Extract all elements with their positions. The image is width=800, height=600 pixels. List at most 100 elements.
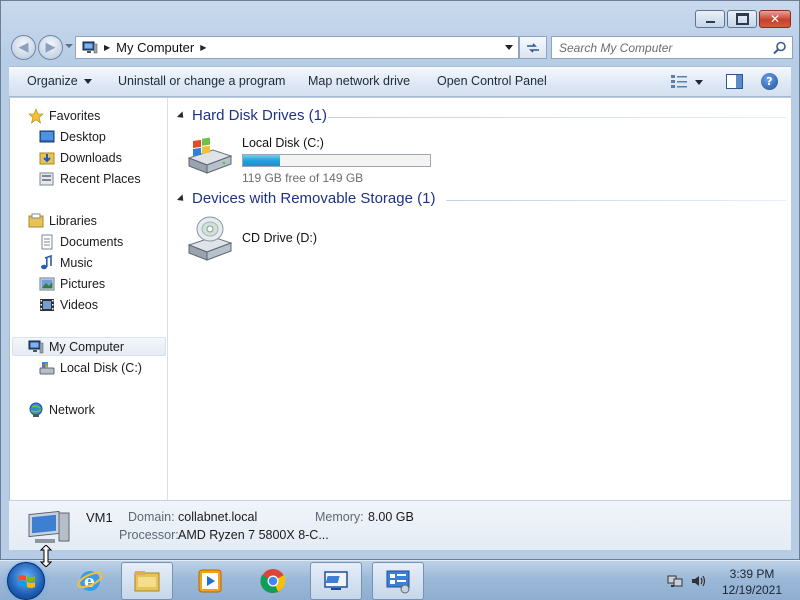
search-input[interactable] [559, 40, 764, 55]
open-control-panel-button[interactable]: Open Control Panel [437, 74, 547, 88]
organize-menu[interactable]: Organize [27, 74, 92, 88]
computer-name: VM1 [86, 510, 113, 525]
drive-item-c[interactable]: Local Disk (C:) 119 GB free of 149 GB [186, 130, 431, 185]
recent-pages-dropdown[interactable] [65, 44, 73, 48]
taskbar-chrome[interactable] [247, 562, 299, 600]
breadcrumb-my-computer[interactable]: My Computer [116, 40, 194, 55]
drive-free-space: 119 GB free of 149 GB [242, 171, 364, 185]
sidebar-item-label: Network [49, 402, 95, 417]
sidebar-item-label: My Computer [49, 339, 125, 354]
sidebar-item-pictures[interactable]: Pictures [39, 274, 105, 293]
windows-hard-drive-icon [187, 137, 233, 174]
sidebar-item-music[interactable]: Music [39, 253, 93, 272]
music-note-icon [41, 254, 52, 269]
search-box[interactable] [551, 36, 793, 59]
sidebar-item-network[interactable]: Network [28, 400, 95, 419]
group-divider [328, 117, 786, 118]
media-player-icon [198, 569, 222, 593]
sidebar-item-desktop[interactable]: Desktop [39, 127, 106, 146]
videos-icon [40, 298, 54, 311]
star-icon [28, 107, 44, 124]
command-bar: Organize Uninstall or change a program M… [9, 66, 791, 97]
forward-button[interactable]: ▶ [38, 35, 63, 60]
change-view-icon[interactable] [671, 75, 687, 89]
domain-label: Domain: [128, 510, 175, 524]
sidebar-item-favorites[interactable]: Favorites [28, 106, 100, 125]
sidebar-item-label: Documents [60, 234, 124, 249]
group-title: Hard Disk Drives (1) [192, 107, 328, 124]
refresh-icon [527, 42, 539, 53]
computer-large-icon [28, 510, 70, 543]
taskbar-remote-desktop[interactable] [310, 562, 362, 600]
sidebar-item-label: Pictures [60, 276, 106, 291]
capacity-bar [242, 154, 431, 167]
sidebar-item-recent-places[interactable]: Recent Places [39, 169, 141, 188]
back-button[interactable]: ◀ [11, 35, 36, 60]
clock-date: 12/19/2021 [721, 583, 783, 597]
sidebar-item-my-computer[interactable]: My Computer [12, 337, 166, 356]
close-button[interactable] [759, 10, 791, 28]
memory-label: Memory: [315, 510, 364, 524]
cd-drive-icon [187, 216, 233, 261]
resize-cursor-icon [40, 545, 52, 567]
group-header-removable-storage[interactable]: Devices with Removable Storage (1) [176, 190, 435, 207]
pictures-icon [39, 277, 55, 290]
sidebar-item-label: Favorites [49, 108, 101, 123]
window-controls [695, 10, 791, 28]
windows-logo-icon [19, 575, 35, 588]
processor-label: Processor: [119, 528, 179, 542]
documents-icon [41, 234, 53, 249]
sidebar-item-documents[interactable]: Documents [39, 232, 123, 251]
sidebar-item-downloads[interactable]: Downloads [39, 148, 122, 167]
content-area: Favorites Desktop Downloads Recent Place… [9, 98, 791, 500]
help-button[interactable]: ? [761, 73, 778, 90]
sidebar-item-videos[interactable]: Videos [39, 295, 98, 314]
breadcrumb-separator-icon[interactable]: ▶ [104, 43, 110, 52]
map-network-drive-button[interactable]: Map network drive [308, 74, 410, 88]
clock[interactable]: 3:39 PM 12/19/2021 [712, 566, 792, 598]
view-options-dropdown[interactable] [695, 80, 703, 85]
taskbar-control-panel[interactable] [372, 562, 424, 600]
preview-pane-button[interactable] [726, 74, 743, 89]
downloads-folder-icon [39, 152, 55, 164]
explorer-window: ◀ ▶ ▶ My Computer ▶ [0, 0, 800, 560]
drive-item-d[interactable]: CD Drive (D:) [186, 215, 317, 263]
volume-icon[interactable] [690, 573, 706, 589]
internet-explorer-icon: e [77, 571, 103, 592]
maximize-button[interactable] [727, 10, 757, 28]
collapse-arrow-icon[interactable] [176, 110, 187, 121]
start-button[interactable] [7, 562, 45, 600]
collapse-arrow-icon[interactable] [176, 193, 187, 204]
computer-icon [28, 340, 44, 353]
domain-value: collabnet.local [178, 510, 258, 524]
breadcrumb-separator-icon[interactable]: ▶ [200, 43, 206, 52]
hard-drive-icon [39, 361, 55, 374]
network-tray-icon[interactable] [667, 573, 683, 589]
control-panel-icon [386, 570, 410, 594]
taskbar-internet-explorer[interactable]: e [64, 562, 116, 600]
sidebar-item-label: Music [60, 255, 93, 270]
sidebar-item-local-disk[interactable]: Local Disk (C:) [39, 358, 142, 377]
refresh-button[interactable] [519, 36, 547, 59]
group-header-hard-disk-drives[interactable]: Hard Disk Drives (1) [176, 107, 328, 124]
taskbar-windows-explorer[interactable] [121, 562, 173, 600]
sidebar-item-libraries[interactable]: Libraries [28, 211, 97, 230]
recent-places-icon [39, 172, 54, 185]
chrome-icon [260, 569, 286, 593]
folder-icon [134, 571, 160, 592]
network-icon [29, 402, 43, 417]
processor-value: AMD Ryzen 7 5800X 8-C... [178, 528, 329, 542]
taskbar-media-player[interactable] [184, 562, 236, 600]
uninstall-program-button[interactable]: Uninstall or change a program [118, 74, 285, 88]
main-pane: Hard Disk Drives (1) Local Disk (C:) 119… [168, 98, 792, 500]
sidebar-item-label: Downloads [60, 150, 122, 165]
capacity-bar-fill [243, 155, 281, 166]
address-bar[interactable]: ▶ My Computer ▶ [75, 36, 519, 59]
navigation-bar: ◀ ▶ ▶ My Computer ▶ [9, 34, 793, 60]
address-dropdown-button[interactable] [500, 37, 518, 58]
minimize-button[interactable] [695, 10, 725, 28]
remote-desktop-icon [324, 571, 348, 590]
desktop-icon [39, 130, 55, 142]
history-buttons: ◀ ▶ [11, 34, 73, 60]
search-icon[interactable] [772, 40, 788, 56]
